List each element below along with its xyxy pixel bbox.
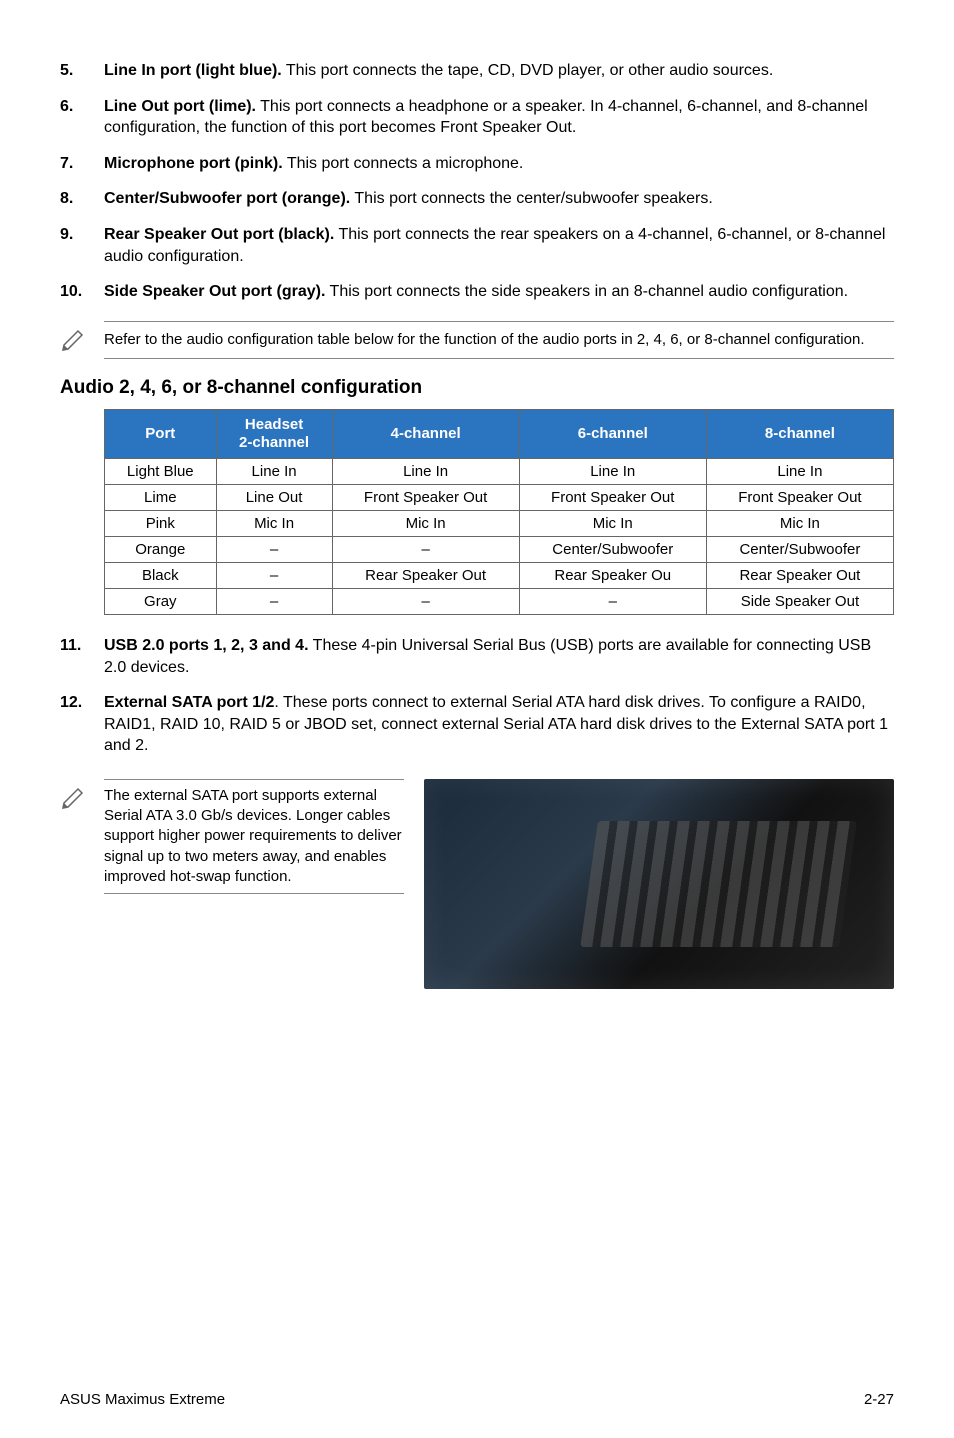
item-text: This port connects the side speakers in … (325, 283, 848, 300)
port-description-list-a: 5. Line In port (light blue). This port … (60, 60, 894, 303)
item-number: 9. (60, 224, 104, 267)
table-cell: Mic In (216, 511, 332, 537)
item-body: External SATA port 1/2. These ports conn… (104, 692, 894, 757)
table-cell: Light Blue (105, 459, 217, 485)
table-cell: Center/Subwoofer (706, 537, 893, 563)
page-footer: ASUS Maximus Extreme 2-27 (60, 1391, 894, 1408)
list-item: 9. Rear Speaker Out port (black). This p… (60, 224, 894, 267)
table-cell: Orange (105, 537, 217, 563)
table-cell: Mic In (519, 511, 706, 537)
list-item: 11. USB 2.0 ports 1, 2, 3 and 4. These 4… (60, 635, 894, 678)
table-header: Headset2-channel (216, 410, 332, 459)
table-row: Pink Mic In Mic In Mic In Mic In (105, 511, 894, 537)
table-cell: – (332, 589, 519, 615)
item-lead: Line In port (light blue). (104, 62, 282, 79)
table-cell: Black (105, 563, 217, 589)
item-body: Line Out port (lime). This port connects… (104, 96, 894, 139)
item-lead: External SATA port 1/2 (104, 694, 274, 711)
note-row: Refer to the audio configuration table b… (60, 321, 894, 359)
item-number: 11. (60, 635, 104, 678)
table-header: 6-channel (519, 410, 706, 459)
item-body: Side Speaker Out port (gray). This port … (104, 281, 894, 303)
item-body: Center/Subwoofer port (orange). This por… (104, 188, 894, 210)
table-cell: – (519, 589, 706, 615)
item-number: 12. (60, 692, 104, 757)
table-header: Port (105, 410, 217, 459)
port-description-list-b: 11. USB 2.0 ports 1, 2, 3 and 4. These 4… (60, 635, 894, 757)
list-item: 10. Side Speaker Out port (gray). This p… (60, 281, 894, 303)
item-lead: Side Speaker Out port (gray). (104, 283, 325, 300)
table-cell: – (216, 589, 332, 615)
item-body: USB 2.0 ports 1, 2, 3 and 4. These 4-pin… (104, 635, 894, 678)
pencil-note-icon (60, 779, 104, 816)
table-cell: Center/Subwoofer (519, 537, 706, 563)
pencil-note-icon (60, 321, 104, 358)
table-cell: Pink (105, 511, 217, 537)
table-row: Lime Line Out Front Speaker Out Front Sp… (105, 485, 894, 511)
item-number: 10. (60, 281, 104, 303)
item-body: Microphone port (pink). This port connec… (104, 153, 894, 175)
footer-right: 2-27 (864, 1391, 894, 1408)
table-cell: Front Speaker Out (332, 485, 519, 511)
list-item: 8. Center/Subwoofer port (orange). This … (60, 188, 894, 210)
table-row: Light Blue Line In Line In Line In Line … (105, 459, 894, 485)
list-item: 12. External SATA port 1/2. These ports … (60, 692, 894, 757)
table-header: 4-channel (332, 410, 519, 459)
table-row: Black – Rear Speaker Out Rear Speaker Ou… (105, 563, 894, 589)
table-cell: Rear Speaker Out (706, 563, 893, 589)
table-cell: Gray (105, 589, 217, 615)
item-text: This port connects the center/subwoofer … (350, 190, 713, 207)
item-number: 6. (60, 96, 104, 139)
item-text: This port connects a microphone. (283, 155, 524, 172)
item-lead: Microphone port (pink). (104, 155, 283, 172)
section-title: Audio 2, 4, 6, or 8-channel configuratio… (60, 377, 894, 399)
table-cell: – (216, 537, 332, 563)
table-cell: Side Speaker Out (706, 589, 893, 615)
table-cell: Mic In (332, 511, 519, 537)
item-lead: Line Out port (lime). (104, 98, 256, 115)
sata-port-photo (424, 779, 894, 989)
table-cell: Rear Speaker Out (332, 563, 519, 589)
table-cell: Lime (105, 485, 217, 511)
table-cell: – (216, 563, 332, 589)
header-text: Headset2-channel (239, 416, 309, 451)
table-cell: – (332, 537, 519, 563)
item-lead: Rear Speaker Out port (black). (104, 226, 334, 243)
item-number: 5. (60, 60, 104, 82)
table-row: Gray – – – Side Speaker Out (105, 589, 894, 615)
table-row: Orange – – Center/Subwoofer Center/Subwo… (105, 537, 894, 563)
table-cell: Line In (216, 459, 332, 485)
footer-left: ASUS Maximus Extreme (60, 1391, 225, 1408)
audio-config-table: Port Headset2-channel 4-channel 6-channe… (104, 409, 894, 615)
list-item: 6. Line Out port (lime). This port conne… (60, 96, 894, 139)
list-item: 7. Microphone port (pink). This port con… (60, 153, 894, 175)
bottom-note-row: The external SATA port supports external… (60, 779, 894, 989)
table-cell: Line In (706, 459, 893, 485)
list-item: 5. Line In port (light blue). This port … (60, 60, 894, 82)
table-cell: Mic In (706, 511, 893, 537)
table-cell: Line In (332, 459, 519, 485)
table-cell: Line Out (216, 485, 332, 511)
item-body: Line In port (light blue). This port con… (104, 60, 894, 82)
table-cell: Front Speaker Out (706, 485, 893, 511)
item-number: 7. (60, 153, 104, 175)
item-text: This port connects the tape, CD, DVD pla… (282, 62, 774, 79)
item-lead: Center/Subwoofer port (orange). (104, 190, 350, 207)
note-text: The external SATA port supports external… (104, 779, 404, 894)
item-number: 8. (60, 188, 104, 210)
table-cell: Front Speaker Out (519, 485, 706, 511)
table-cell: Rear Speaker Ou (519, 563, 706, 589)
item-lead: USB 2.0 ports 1, 2, 3 and 4. (104, 637, 309, 654)
table-header: 8-channel (706, 410, 893, 459)
note-text: Refer to the audio configuration table b… (104, 321, 894, 359)
table-cell: Line In (519, 459, 706, 485)
item-body: Rear Speaker Out port (black). This port… (104, 224, 894, 267)
